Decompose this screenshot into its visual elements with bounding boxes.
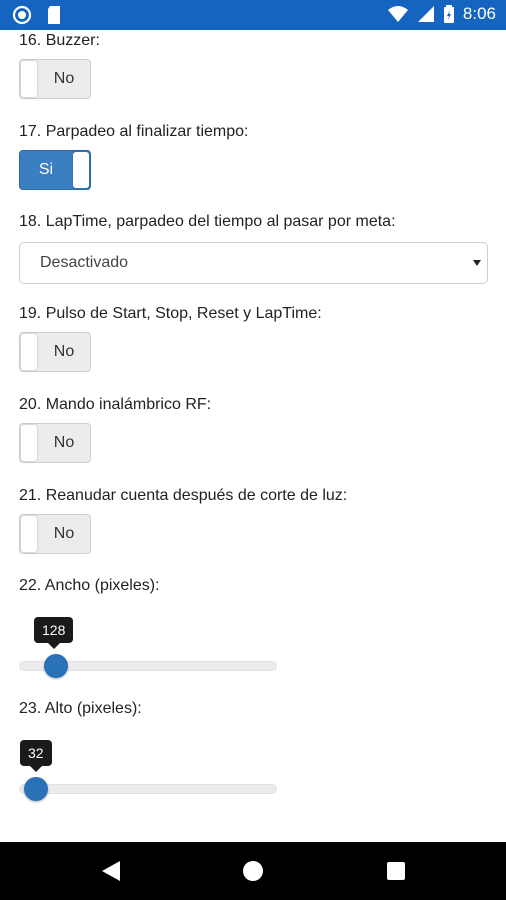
- setting-20-label: 20. Mando inalámbrico RF:: [19, 396, 212, 413]
- toggle-knob: [21, 425, 37, 461]
- toggle-knob: [21, 334, 37, 370]
- status-right-icons: 8:06: [387, 4, 496, 24]
- sd-card-icon: [48, 6, 60, 24]
- setting-19-label: 19. Pulso de Start, Stop, Reset y LapTim…: [19, 305, 322, 322]
- width-value-tooltip: 128: [34, 617, 74, 649]
- start-stop-pulse-toggle[interactable]: No: [19, 332, 91, 372]
- height-value-tooltip: 32: [20, 740, 52, 772]
- toggle-value: No: [53, 434, 75, 451]
- back-icon[interactable]: [102, 861, 120, 881]
- toggle-value: Si: [38, 161, 54, 178]
- status-bar: 8:06: [0, 0, 506, 30]
- rf-remote-toggle[interactable]: No: [19, 423, 91, 463]
- height-slider-thumb[interactable]: [24, 777, 48, 801]
- toggle-knob: [21, 61, 37, 97]
- toggle-knob: [21, 516, 37, 552]
- height-slider-track[interactable]: [19, 784, 277, 794]
- laptime-blink-select[interactable]: Desactivado: [19, 242, 488, 284]
- blink-end-time-toggle[interactable]: Si: [19, 150, 91, 190]
- toggle-knob: [73, 152, 89, 188]
- setting-22-label: 22. Ancho (pixeles):: [19, 577, 160, 594]
- setting-18-label: 18. LapTime, parpadeo del tiempo al pasa…: [19, 213, 396, 230]
- signal-icon: [417, 6, 434, 22]
- navigation-bar: [0, 842, 506, 900]
- status-time: 8:06: [462, 4, 496, 23]
- setting-16-label: 16. Buzzer:: [19, 32, 100, 49]
- select-value: Desactivado: [40, 254, 129, 271]
- toggle-value: No: [53, 343, 75, 360]
- battery-icon: [443, 5, 454, 23]
- caret-down-icon: [473, 260, 481, 266]
- sync-icon: [12, 5, 32, 25]
- setting-17-label: 17. Parpadeo al finalizar tiempo:: [19, 123, 249, 140]
- resume-after-power-cut-toggle[interactable]: No: [19, 514, 91, 554]
- setting-23-label: 23. Alto (pixeles):: [19, 700, 142, 717]
- toggle-value: No: [53, 525, 75, 542]
- wifi-icon: [387, 6, 408, 22]
- home-icon[interactable]: [243, 861, 263, 881]
- width-slider-thumb[interactable]: [44, 654, 68, 678]
- setting-21-label: 21. Reanudar cuenta después de corte de …: [19, 487, 348, 504]
- status-left-icons: [12, 5, 62, 25]
- recents-icon[interactable]: [387, 862, 405, 880]
- settings-content[interactable]: 16. Buzzer: No 17. Parpadeo al finalizar…: [0, 30, 506, 842]
- toggle-value: No: [53, 70, 75, 87]
- buzzer-toggle[interactable]: No: [19, 59, 91, 99]
